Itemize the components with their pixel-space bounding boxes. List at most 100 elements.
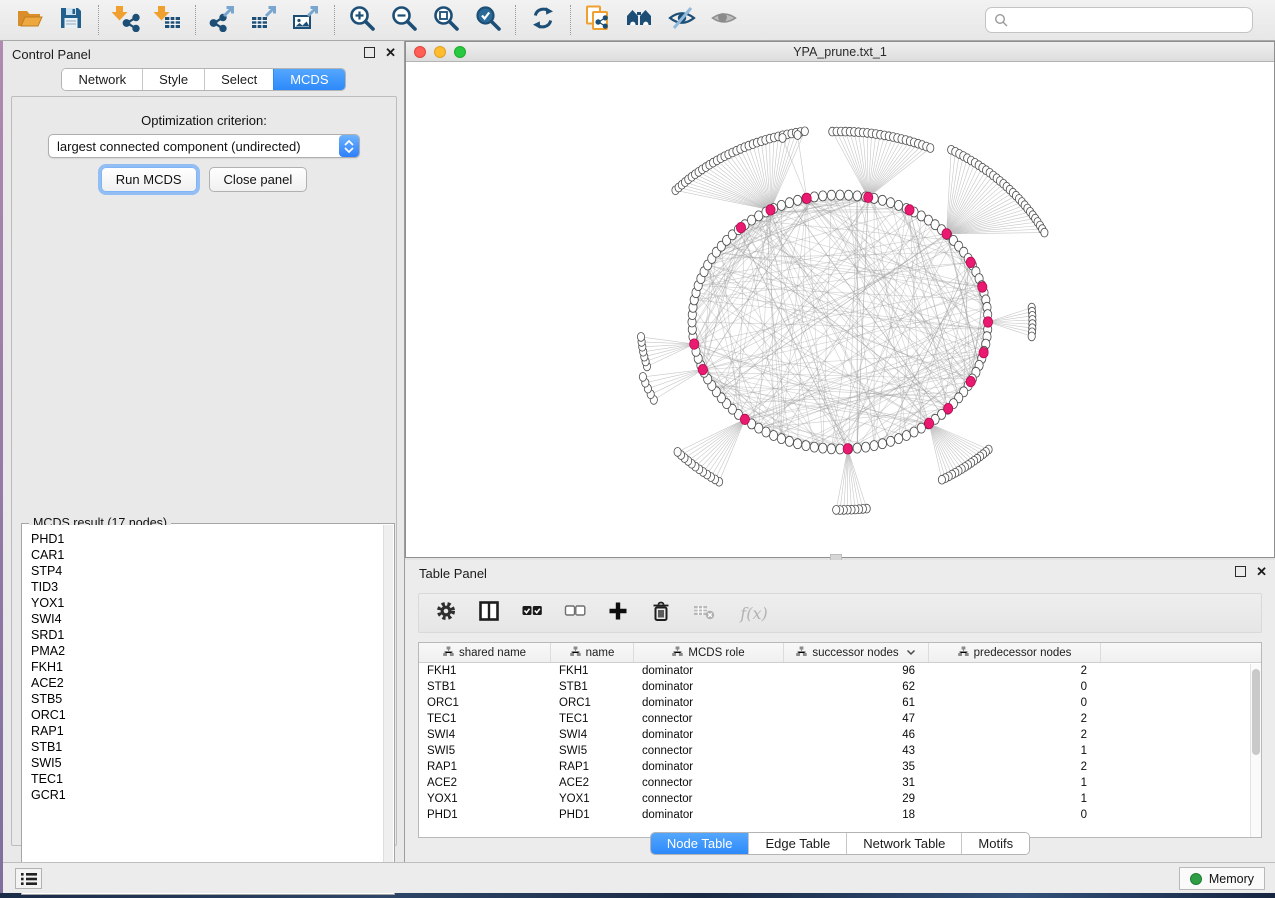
table-cell: PHD1 <box>419 807 551 823</box>
optimization-criterion-label: Optimization criterion: <box>12 113 396 128</box>
table-row[interactable]: STB1STB1dominator620 <box>419 679 1261 695</box>
float-panel-icon[interactable] <box>364 47 375 58</box>
table-tab-network-table[interactable]: Network Table <box>846 833 961 854</box>
apply-layout-button[interactable] <box>522 3 564 37</box>
table-row[interactable]: SWI5SWI5connector431 <box>419 743 1261 759</box>
tab-select[interactable]: Select <box>204 69 273 90</box>
column-header-successor-nodes[interactable]: successor nodes <box>784 643 929 662</box>
show-all-button[interactable] <box>703 3 745 37</box>
mcds-result-item[interactable]: ACE2 <box>31 675 383 691</box>
add-column-button[interactable] <box>605 600 631 626</box>
tab-group: NetworkStyleSelectMCDS <box>61 68 345 91</box>
import-network-icon <box>112 4 140 37</box>
table-row[interactable]: YOX1YOX1connector291 <box>419 791 1261 807</box>
search-input[interactable] <box>1014 13 1244 27</box>
delete-rows-button[interactable] <box>648 600 674 626</box>
open-session-button[interactable] <box>8 3 50 37</box>
float-table-panel-icon[interactable] <box>1235 566 1246 577</box>
column-header-shared-name[interactable]: shared name <box>419 643 551 662</box>
column-header-MCDS-role[interactable]: MCDS role <box>634 643 784 662</box>
zoom-in-button[interactable] <box>341 3 383 37</box>
show-network-list-button[interactable] <box>15 868 42 889</box>
mcds-result-item[interactable]: TEC1 <box>31 771 383 787</box>
table-row[interactable]: FKH1FKH1dominator962 <box>419 663 1261 679</box>
mcds-result-item[interactable]: FKH1 <box>31 659 383 675</box>
column-header-name[interactable]: name <box>551 643 634 662</box>
function-builder-icon: f(x) <box>740 604 767 623</box>
mcds-result-item[interactable]: STB5 <box>31 691 383 707</box>
toolbar-separator <box>195 5 196 35</box>
table-cell: STB1 <box>419 679 551 695</box>
zoom-fit-button[interactable] <box>425 3 467 37</box>
search-box[interactable] <box>985 7 1253 33</box>
import-network-button[interactable] <box>105 3 147 37</box>
tab-network[interactable]: Network <box>62 69 142 90</box>
table-row[interactable]: ACE2ACE2connector311 <box>419 775 1261 791</box>
mcds-result-item[interactable]: RAP1 <box>31 723 383 739</box>
zoom-out-button[interactable] <box>383 3 425 37</box>
split-view-button[interactable] <box>476 600 502 626</box>
zoom-selected-button[interactable] <box>467 3 509 37</box>
optimization-criterion-select[interactable]: largest connected component (undirected) <box>48 134 360 158</box>
table-row[interactable]: ORC1ORC1dominator610 <box>419 695 1261 711</box>
mcds-result-item[interactable]: TID3 <box>31 579 383 595</box>
minimize-window-icon[interactable] <box>434 46 446 58</box>
mcds-result-item[interactable]: STB1 <box>31 739 383 755</box>
network-window-titlebar[interactable]: YPA_prune.txt_1 <box>406 42 1274 62</box>
table-cell: 0 <box>929 807 1101 823</box>
clone-network-button[interactable] <box>577 3 619 37</box>
selected-option-label: largest connected component (undirected) <box>49 139 339 154</box>
table-scrollbar-thumb[interactable] <box>1252 669 1260 755</box>
export-table-button[interactable] <box>244 3 286 37</box>
mcds-result-list[interactable]: PHD1CAR1STP4TID3YOX1SWI4SRD1PMA2FKH1ACE2… <box>23 525 383 893</box>
mcds-result-item[interactable]: SWI5 <box>31 755 383 771</box>
tab-mcds[interactable]: MCDS <box>273 69 344 90</box>
deselect-all-button[interactable] <box>562 600 588 626</box>
table-settings-button[interactable] <box>433 600 459 626</box>
hide-selected-button[interactable] <box>661 3 703 37</box>
close-panel-icon[interactable]: ✕ <box>385 47 396 58</box>
export-network-button[interactable] <box>202 3 244 37</box>
mcds-result-item[interactable]: SRD1 <box>31 627 383 643</box>
network-view-window: YPA_prune.txt_1 <box>405 41 1275 558</box>
table-row[interactable]: RAP1RAP1dominator352 <box>419 759 1261 775</box>
network-canvas[interactable] <box>406 62 1274 557</box>
import-table-button[interactable] <box>147 3 189 37</box>
memory-button[interactable]: Memory <box>1179 867 1265 890</box>
mcds-result-item[interactable]: PMA2 <box>31 643 383 659</box>
mcds-list-scrollbar[interactable] <box>383 525 393 893</box>
select-stepper-icon <box>339 135 359 157</box>
table-tab-edge-table[interactable]: Edge Table <box>748 833 846 854</box>
table-cell: 47 <box>784 711 929 727</box>
first-neighbors-button[interactable] <box>619 3 661 37</box>
maximize-window-icon[interactable] <box>454 46 466 58</box>
table-row[interactable]: TEC1TEC1connector472 <box>419 711 1261 727</box>
save-session-button[interactable] <box>50 3 92 37</box>
mcds-result-item[interactable]: YOX1 <box>31 595 383 611</box>
table-tab-node-table[interactable]: Node Table <box>651 833 749 854</box>
mcds-result-item[interactable]: SWI4 <box>31 611 383 627</box>
table-tab-motifs[interactable]: Motifs <box>961 833 1029 854</box>
column-header-predecessor-nodes[interactable]: predecessor nodes <box>929 643 1101 662</box>
mcds-result-item[interactable]: ORC1 <box>31 707 383 723</box>
zoom-fit-icon <box>432 4 460 37</box>
table-cell: 61 <box>784 695 929 711</box>
run-mcds-button[interactable]: Run MCDS <box>101 167 197 192</box>
table-row[interactable]: SWI4SWI4dominator462 <box>419 727 1261 743</box>
close-panel-button[interactable]: Close panel <box>209 167 308 192</box>
mcds-result-item[interactable]: PHD1 <box>31 531 383 547</box>
close-table-panel-icon[interactable]: ✕ <box>1256 566 1267 577</box>
mcds-result-item[interactable]: STP4 <box>31 563 383 579</box>
export-image-button[interactable] <box>286 3 328 37</box>
tab-style[interactable]: Style <box>142 69 204 90</box>
close-window-icon[interactable] <box>414 46 426 58</box>
table-row[interactable]: PHD1PHD1dominator180 <box>419 807 1261 823</box>
sort-desc-icon <box>906 647 916 659</box>
table-header-row: shared name name MCDS role successor nod… <box>419 643 1261 663</box>
select-all-button[interactable] <box>519 600 545 626</box>
mcds-result-item[interactable]: GCR1 <box>31 787 383 803</box>
node-table[interactable]: shared name name MCDS role successor nod… <box>418 642 1262 838</box>
mcds-result-item[interactable]: CAR1 <box>31 547 383 563</box>
show-all-icon <box>710 4 738 37</box>
table-scrollbar[interactable] <box>1250 664 1261 837</box>
